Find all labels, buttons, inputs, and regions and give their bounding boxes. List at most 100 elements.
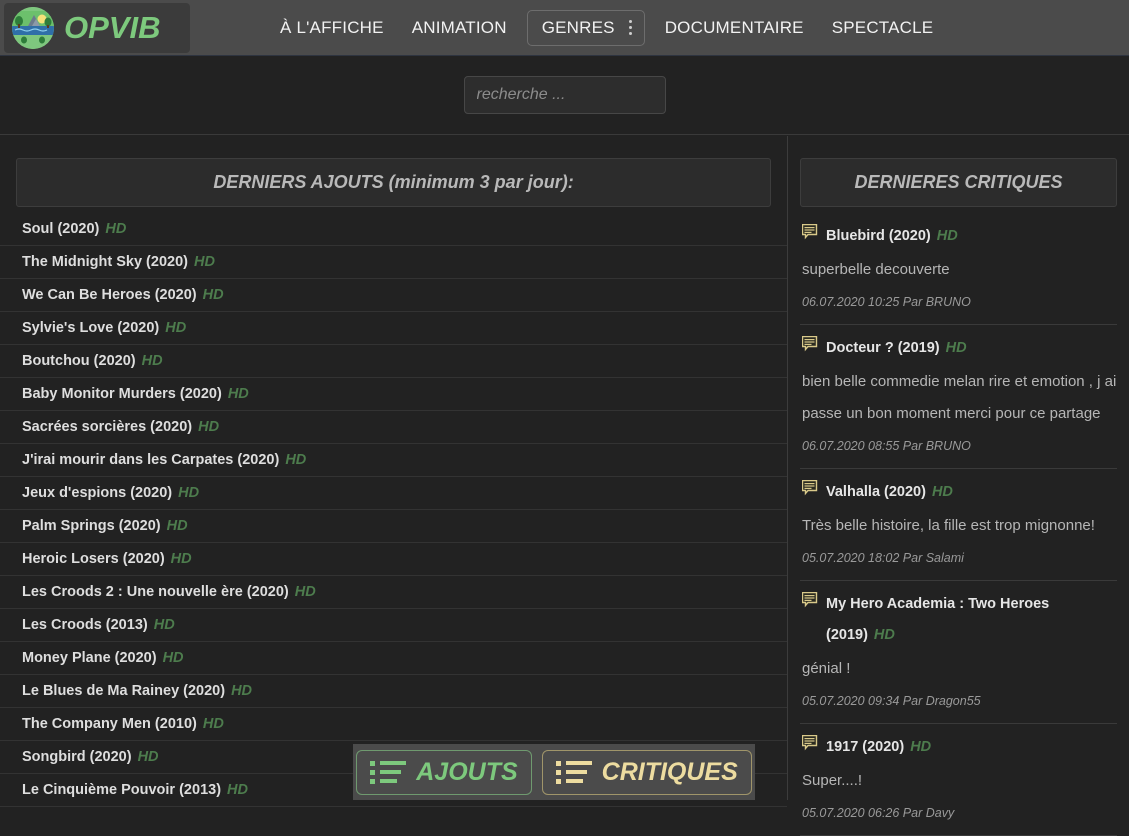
bottom-toolbar: AJOUTS CRITIQUES [353, 744, 755, 800]
critique-title: 1917 (2020) [826, 739, 904, 755]
critique-title-row[interactable]: My Hero Academia : Two Heroes (2019)HD [800, 585, 1117, 653]
critique-item: Valhalla (2020)HDTrès belle histoire, la… [800, 469, 1117, 581]
nav-item-genres-label: GENRES [542, 18, 615, 38]
critique-meta: 05.07.2020 06:26 Par Davy [800, 797, 1117, 828]
quality-badge: HD [194, 254, 215, 270]
ajout-row[interactable]: Jeux d'espions (2020)HD [0, 477, 787, 510]
ajout-row[interactable]: Palm Springs (2020) HD [0, 510, 787, 543]
critique-title-row[interactable]: 1917 (2020) HD [800, 728, 1117, 765]
critique-item: Docteur ? (2019) HD bien belle commedie me… [800, 325, 1117, 469]
comment-bubble-icon [802, 735, 819, 756]
kebab-menu-icon[interactable] [629, 20, 632, 35]
ajout-title: Le Blues de Ma Rainey (2020) [22, 683, 225, 699]
critique-title-row[interactable]: Valhalla (2020)HD [800, 473, 1117, 510]
quality-badge: HD [203, 716, 224, 732]
ajout-title: Palm Springs (2020) [22, 518, 161, 534]
quality-badge: HD [285, 452, 306, 468]
ajouts-panel-title: DERNIERS AJOUTS (minimum 3 par jour): [16, 158, 771, 207]
quality-badge: HD [295, 584, 316, 600]
critique-title: Bluebird (2020) [826, 228, 931, 244]
comment-bubble-icon [802, 336, 819, 357]
ajouts-column: DERNIERS AJOUTS (minimum 3 par jour): So… [0, 136, 788, 800]
critique-title: My Hero Academia : Two Heroes (2019) [826, 596, 1049, 643]
search-input[interactable] [464, 76, 666, 114]
critiques-panel-title: DERNIERES CRITIQUES [800, 158, 1117, 207]
ajout-title: Sylvie's Love (2020) [22, 320, 159, 336]
ajout-title: Soul (2020) [22, 221, 99, 237]
nav-item-animation[interactable]: ANIMATION [398, 10, 521, 46]
list-icon [370, 761, 406, 784]
nav-item-a-l-affiche[interactable]: À L'AFFICHE [266, 10, 398, 46]
landscape-circle-icon [12, 7, 54, 49]
ajout-row[interactable]: Les Croods (2013)HD [0, 609, 787, 642]
ajout-title: Jeux d'espions (2020) [22, 485, 172, 501]
quality-badge: HD [874, 627, 895, 643]
ajout-title: Baby Monitor Murders (2020) [22, 386, 222, 402]
ajout-row[interactable]: Heroic Losers (2020) HD [0, 543, 787, 576]
ajout-row[interactable]: Sacrées sorcières (2020) HD [0, 411, 787, 444]
ajout-row[interactable]: Le Blues de Ma Rainey (2020)HD [0, 675, 787, 708]
ajout-row[interactable]: Money Plane (2020)HD [0, 642, 787, 675]
logo[interactable]: OPVIB [4, 3, 190, 53]
critiques-column: DERNIERES CRITIQUES Bluebird (2020)HDsup… [788, 136, 1129, 800]
critique-body: bien belle commedie melan rire et emotio… [800, 366, 1117, 430]
ajout-title: The Company Men (2010) [22, 716, 197, 732]
critique-title-row[interactable]: Bluebird (2020)HD [800, 217, 1117, 254]
list-icon [556, 761, 592, 784]
quality-badge: HD [228, 386, 249, 402]
critique-title-wrap: Docteur ? (2019) HD [826, 333, 967, 364]
ajout-row[interactable]: We Can Be Heroes (2020)HD [0, 279, 787, 312]
critique-item: My Hero Academia : Two Heroes (2019)HDgé… [800, 581, 1117, 724]
ajout-title: Les Croods (2013) [22, 617, 148, 633]
critiques-button[interactable]: CRITIQUES [542, 750, 752, 795]
ajout-row[interactable]: J'irai mourir dans les Carpates (2020)HD [0, 444, 787, 477]
critique-meta: 05.07.2020 18:02 Par Salami [800, 542, 1117, 573]
quality-badge: HD [167, 518, 188, 534]
logo-text: OPVIB [64, 10, 160, 46]
critique-body: génial ! [800, 653, 1117, 685]
ajout-title: Songbird (2020) [22, 749, 132, 765]
ajouts-list: Soul (2020) HD The Midnight Sky (2020) HD We… [0, 213, 787, 807]
critique-body: Super....! [800, 765, 1117, 797]
ajouts-button[interactable]: AJOUTS [356, 750, 531, 795]
quality-badge: HD [932, 484, 953, 500]
comment-bubble-icon [802, 592, 819, 613]
nav-item-spectacle[interactable]: SPECTACLE [818, 10, 948, 46]
comment-bubble-icon [802, 224, 819, 245]
critique-meta: 05.07.2020 09:34 Par Dragon55 [800, 685, 1117, 716]
search-bar [0, 56, 1129, 135]
ajout-row[interactable]: The Midnight Sky (2020) HD [0, 246, 787, 279]
ajout-title: Les Croods 2 : Une nouvelle ère (2020) [22, 584, 289, 600]
ajout-title: Boutchou (2020) [22, 353, 136, 369]
ajout-row[interactable]: Baby Monitor Murders (2020) HD [0, 378, 787, 411]
ajout-row[interactable]: Les Croods 2 : Une nouvelle ère (2020) HD [0, 576, 787, 609]
ajout-title: The Midnight Sky (2020) [22, 254, 188, 270]
ajout-title: We Can Be Heroes (2020) [22, 287, 197, 303]
comment-bubble-icon [802, 480, 819, 501]
quality-badge: HD [105, 221, 126, 237]
quality-badge: HD [171, 551, 192, 567]
quality-badge: HD [946, 340, 967, 356]
critique-title-wrap: Valhalla (2020)HD [826, 477, 953, 508]
critique-meta: 06.07.2020 08:55 Par BRUNO [800, 430, 1117, 461]
quality-badge: HD [198, 419, 219, 435]
critique-title-wrap: My Hero Academia : Two Heroes (2019)HD [826, 589, 1117, 651]
ajout-row[interactable]: Sylvie's Love (2020) HD [0, 312, 787, 345]
ajout-row[interactable]: The Company Men (2010) HD [0, 708, 787, 741]
ajout-row[interactable]: Soul (2020) HD [0, 213, 787, 246]
critiques-button-label: CRITIQUES [602, 758, 738, 787]
ajout-title: Heroic Losers (2020) [22, 551, 165, 567]
main-content: DERNIERS AJOUTS (minimum 3 par jour): So… [0, 136, 1129, 800]
quality-badge: HD [138, 749, 159, 765]
nav-item-documentaire[interactable]: DOCUMENTAIRE [651, 10, 818, 46]
ajout-title: Money Plane (2020) [22, 650, 157, 666]
ajout-row[interactable]: Boutchou (2020)HD [0, 345, 787, 378]
critique-body: Très belle histoire, la fille est trop m… [800, 510, 1117, 542]
nav-item-genres[interactable]: GENRES [527, 10, 645, 46]
quality-badge: HD [910, 739, 931, 755]
quality-badge: HD [165, 320, 186, 336]
ajout-title: Sacrées sorcières (2020) [22, 419, 192, 435]
critique-title: Docteur ? (2019) [826, 340, 940, 356]
critique-title-wrap: Bluebird (2020)HD [826, 221, 958, 252]
critique-title-row[interactable]: Docteur ? (2019) HD [800, 329, 1117, 366]
